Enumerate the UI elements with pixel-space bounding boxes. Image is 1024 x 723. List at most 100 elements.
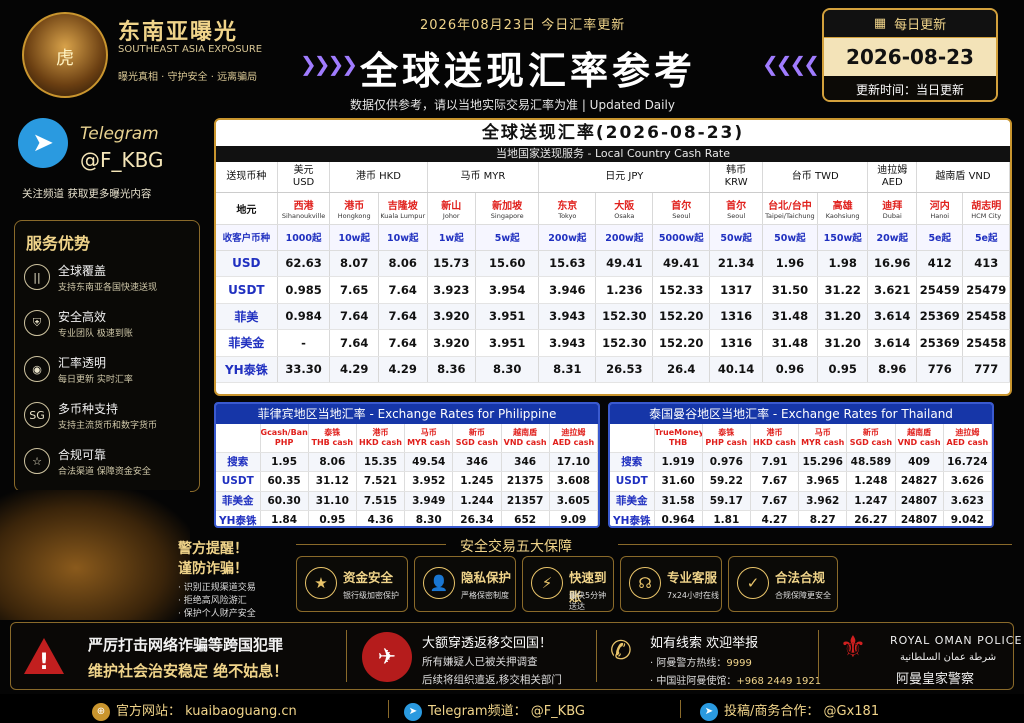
- footer-telegram[interactable]: ➤ Telegram频道： @F_KBG: [404, 700, 585, 721]
- city-name: 河内: [929, 200, 950, 212]
- row-currency: YH泰铢: [216, 356, 278, 383]
- rate-cell: 413: [962, 250, 1010, 277]
- rate-cell: 652: [501, 510, 550, 526]
- city-name: 东京: [557, 200, 578, 212]
- column-header: 港币 HKD: [329, 162, 428, 193]
- sub-header-row: TrueMoney THB 泰铢 PHP cash 港币 HKD cash 马币 MY…: [610, 424, 992, 453]
- minimum-cell: 200w起: [595, 224, 654, 251]
- police-hotline: · 阿曼警方热线：9999: [650, 654, 752, 669]
- advantage-title: 安全高效: [58, 310, 107, 324]
- rate-cell: 4.29: [329, 356, 379, 383]
- city-name-en: Dubai: [882, 211, 902, 220]
- guarantee-item: ✓ 合法合规 合规保障更安全: [728, 556, 838, 612]
- rate-cell: 15.296: [798, 452, 848, 472]
- column-header: [216, 424, 261, 453]
- city-name: 新山: [441, 200, 462, 212]
- city-name-en: Sihanoukville: [281, 211, 326, 220]
- rate-cell: 3.949: [404, 491, 454, 511]
- thailand-rate-table: 泰国曼谷地区当地汇率 - Exchange Rates for Thailand…: [608, 402, 994, 528]
- row-currency: 搜索: [610, 452, 655, 472]
- row-currency: 菲美金: [216, 491, 261, 511]
- return-line3: 后续将组织遣返,移交相关部门: [422, 674, 562, 686]
- city-name: 西港: [293, 200, 314, 212]
- city-name: 新加坡: [492, 200, 523, 212]
- rate-cell: 409: [895, 452, 944, 472]
- city-name-en: Seoul: [727, 211, 746, 220]
- headset-icon: ☊: [629, 567, 661, 599]
- rate-cell: 8.30: [404, 510, 454, 526]
- telegram-handle[interactable]: @F_KBG: [80, 148, 164, 172]
- rate-cell: 25479: [962, 276, 1010, 304]
- telegram-icon: ➤: [404, 702, 422, 721]
- advantage-desc: 专业团队 极速到账: [58, 329, 133, 339]
- contact-label: 投稿/商务合作： @Gx181: [724, 704, 880, 719]
- column-header: 马币 MYR cash: [404, 424, 454, 453]
- row-currency: USDT: [216, 471, 261, 492]
- police-badge-icon: ⚜: [839, 630, 867, 665]
- city-name: 胡志明: [971, 200, 1002, 212]
- rate-cell: 8.96: [867, 356, 918, 383]
- rate-cell: 412: [916, 250, 964, 277]
- minimum-cell: 50w起: [709, 224, 763, 251]
- rate-cell: 1.247: [846, 491, 896, 511]
- return-line2: 所有嫌疑人已被关押调查: [422, 656, 538, 668]
- sub-header-row: Gcash/Bank PHP 泰铢 THB cash 港币 HKD cash 马币 M…: [216, 424, 598, 453]
- minimum-cell: 10w起: [329, 224, 379, 251]
- city-name-en: Singapore: [490, 211, 524, 220]
- date-box-update: 更新时间：当日更新: [824, 76, 996, 100]
- telegram-icon: ➤: [700, 702, 718, 721]
- rate-cell: 3.951: [475, 303, 540, 330]
- eye-icon: ◉: [24, 356, 50, 382]
- advantage-title: 合规可靠: [58, 448, 107, 462]
- column-header: [610, 424, 655, 453]
- advantage-title: 汇率透明: [58, 356, 107, 370]
- rate-cell: 49.41: [595, 250, 654, 277]
- rate-cell: 25458: [962, 303, 1010, 330]
- rate-cell: 346: [452, 452, 502, 472]
- advantage-item: ⛨ 安全高效 专业团队 极速到账: [24, 308, 194, 348]
- divider: [596, 630, 597, 682]
- rate-cell: 62.63: [277, 250, 331, 277]
- advantage-title: 多币种支持: [58, 402, 119, 416]
- city-name: 大阪: [614, 200, 635, 212]
- top-date: 2026年08月23日 今日汇率更新: [420, 18, 626, 33]
- city-cell: 港币 Hongkong: [329, 192, 379, 225]
- city-name-en: Osaka: [614, 211, 635, 220]
- rate-cell: 31.20: [817, 329, 869, 357]
- city-name-en: HCM City: [971, 211, 1002, 220]
- city-name-en: Kaohsiung: [825, 211, 860, 220]
- footer-website[interactable]: ⊕ 官方网站： kuaibaoguang.cn: [92, 700, 297, 721]
- rate-cell: 31.22: [817, 276, 869, 304]
- minimum-cell: 1000起: [277, 224, 331, 251]
- footer-contact[interactable]: ➤ 投稿/商务合作： @Gx181: [700, 700, 879, 721]
- advantage-desc: 支持东南亚各国快速送现: [58, 283, 158, 293]
- rate-cell: 31.60: [654, 471, 703, 492]
- rate-cell: 9.09: [549, 510, 598, 526]
- rate-cell: 7.64: [378, 303, 428, 330]
- column-header: 港币 HKD cash: [356, 424, 406, 453]
- guarantee-desc: 合规保障更安全: [775, 591, 831, 600]
- embassy-phone: · 中国驻阿曼使馆：+968 2449 1921: [650, 672, 821, 687]
- row-currency: YH泰铢: [216, 510, 261, 526]
- bars-icon: ||: [24, 264, 50, 290]
- rate-cell: 3.621: [867, 276, 918, 304]
- column-header: 迪拉姆 AED: [867, 162, 918, 193]
- rate-cell: 49.54: [404, 452, 454, 472]
- rate-cell: 16.96: [867, 250, 918, 277]
- rate-cell: 1316: [709, 329, 763, 357]
- row-currency: USDT: [216, 276, 278, 304]
- city-name: 台北/台中: [768, 200, 812, 212]
- lightning-icon: ⚡: [531, 567, 563, 599]
- rate-cell: 0.984: [277, 303, 331, 330]
- rate-cell: 8.27: [798, 510, 848, 526]
- date-box-label: 每日更新: [894, 18, 947, 33]
- advantage-item: || 全球覆盖 支持东南亚各国快速送现: [24, 262, 194, 302]
- city-name-en: Johor: [442, 211, 460, 220]
- tiger-logo: 虎: [22, 12, 108, 98]
- rate-cell: 25369: [916, 329, 964, 357]
- rate-cell: 25459: [916, 276, 964, 304]
- arrows-right-icon: ❮❮❮❮: [762, 52, 820, 76]
- telegram-icon[interactable]: ➤: [18, 118, 68, 168]
- guarantee-item: ⚡ 快速到账 最快5分钟送达: [522, 556, 614, 612]
- rate-cell: 1.236: [595, 276, 654, 304]
